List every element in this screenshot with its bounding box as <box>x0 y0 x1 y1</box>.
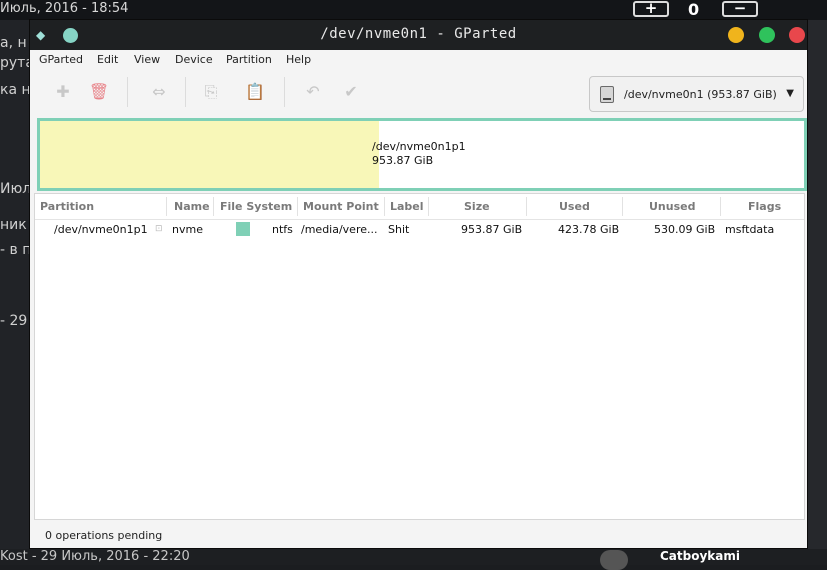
cell-used: 423.78 GiB <box>558 223 620 236</box>
partition-list-header: Partition Name File System Mount Point L… <box>35 194 804 220</box>
chevron-down-icon: ▼ <box>786 88 794 99</box>
maximize-button[interactable] <box>759 27 775 43</box>
column-separator <box>622 197 623 216</box>
device-selector-label: /dev/nvme0n1 (953.87 GiB) <box>624 88 777 101</box>
background-text: а, н <box>0 35 27 51</box>
cell-size: 953.87 GiB <box>461 223 523 236</box>
cell-name: nvme <box>172 223 203 236</box>
column-separator <box>213 197 214 216</box>
background-text: ник <box>0 217 27 233</box>
menu-partition[interactable]: Partition <box>226 53 272 66</box>
toolbar-separator <box>284 77 285 107</box>
partition-map-size: 953.87 GiB <box>372 154 434 167</box>
partition-map-name: /dev/nvme0n1p1 <box>372 140 466 153</box>
apply-icon[interactable]: ✔ <box>340 81 362 103</box>
background-text: - в п <box>0 242 30 258</box>
menu-bar: GParted Edit View Device Partition Help <box>30 50 807 70</box>
zoom-counter: 0 <box>688 0 700 19</box>
partition-map-used-area <box>40 121 380 188</box>
background-comment-meta: Kost - 29 Июль, 2016 - 22:20 <box>0 549 190 564</box>
cell-mount-point: /media/vere... <box>301 223 378 236</box>
zoom-in-button[interactable]: + <box>633 1 669 17</box>
column-header-filesystem[interactable]: File System <box>220 200 292 213</box>
column-separator <box>526 197 527 216</box>
menu-help[interactable]: Help <box>286 53 311 66</box>
column-header-mount-point[interactable]: Mount Point <box>303 200 379 213</box>
avatar <box>600 550 628 570</box>
background-date: Июль, 2016 - 18:54 <box>0 1 129 16</box>
new-partition-icon[interactable]: ✚ <box>52 81 74 103</box>
background-text: Июл <box>0 181 30 197</box>
column-header-flags[interactable]: Flags <box>748 200 781 213</box>
copy-icon[interactable]: ⎘ <box>200 81 222 103</box>
partition-list: Partition Name File System Mount Point L… <box>34 193 805 520</box>
column-header-size[interactable]: Size <box>464 200 490 213</box>
zoom-out-button[interactable]: − <box>722 1 758 17</box>
menu-device[interactable]: Device <box>175 53 213 66</box>
background-right-panel <box>807 20 827 565</box>
background-topbar: Июль, 2016 - 18:54 + 0 − <box>0 0 827 20</box>
paste-icon[interactable]: 📋 <box>244 81 266 103</box>
toolbar-separator <box>185 77 186 107</box>
cell-flags: msftdata <box>725 223 775 236</box>
toolbar: ✚ 🗑 ⇔ ⎘ 📋 ↶ ✔ /dev/nvme0n1 (953.87 GiB) … <box>30 70 807 116</box>
column-header-label[interactable]: Label <box>390 200 424 213</box>
menu-gparted[interactable]: GParted <box>39 53 83 66</box>
column-header-partition[interactable]: Partition <box>40 200 94 213</box>
column-header-used[interactable]: Used <box>559 200 590 213</box>
column-separator <box>297 197 298 216</box>
cell-partition: /dev/nvme0n1p1 <box>54 223 148 236</box>
cell-unused: 530.09 GiB <box>654 223 716 236</box>
toolbar-separator <box>127 77 128 107</box>
background-username[interactable]: Catboykami <box>660 549 740 563</box>
background-text: ка н <box>0 82 30 98</box>
partition-map[interactable]: /dev/nvme0n1p1 953.87 GiB <box>37 118 807 191</box>
gparted-window: ◆ /dev/nvme0n1 - GParted GParted Edit Vi… <box>30 20 807 548</box>
column-separator <box>720 197 721 216</box>
background-text: - 29 <box>0 313 28 329</box>
column-separator <box>428 197 429 216</box>
window-title: /dev/nvme0n1 - GParted <box>320 26 517 42</box>
close-button[interactable] <box>789 27 805 43</box>
cell-label: Shit <box>388 223 410 236</box>
device-selector[interactable]: /dev/nvme0n1 (953.87 GiB) ▼ <box>589 76 804 112</box>
background-left-panel: а, н рута ка н Июл ник - в п - 29 <box>0 20 30 565</box>
column-header-name[interactable]: Name <box>174 200 210 213</box>
background-bottom-bar: Kost - 29 Июль, 2016 - 22:20 Catboykami <box>0 549 827 570</box>
operations-pending-status: 0 operations pending <box>45 529 163 542</box>
resize-move-icon[interactable]: ⇔ <box>148 81 170 103</box>
table-row[interactable]: /dev/nvme0n1p1 ⊡ nvme ntfs /media/vere..… <box>35 219 804 239</box>
filesystem-color-swatch <box>236 222 250 236</box>
column-header-unused[interactable]: Unused <box>649 200 695 213</box>
minimize-button[interactable] <box>728 27 744 43</box>
column-separator <box>384 197 385 216</box>
delete-icon[interactable]: 🗑 <box>88 81 110 103</box>
drive-icon <box>600 86 614 103</box>
status-bar: 0 operations pending <box>30 520 807 548</box>
column-separator <box>166 197 167 216</box>
menu-edit[interactable]: Edit <box>97 53 118 66</box>
title-bar[interactable]: ◆ /dev/nvme0n1 - GParted <box>30 20 807 50</box>
background-text: рута <box>0 55 30 71</box>
undo-icon[interactable]: ↶ <box>302 81 324 103</box>
menu-view[interactable]: View <box>134 53 160 66</box>
cell-filesystem: ntfs <box>272 223 293 236</box>
lock-icon: ⊡ <box>155 224 163 234</box>
